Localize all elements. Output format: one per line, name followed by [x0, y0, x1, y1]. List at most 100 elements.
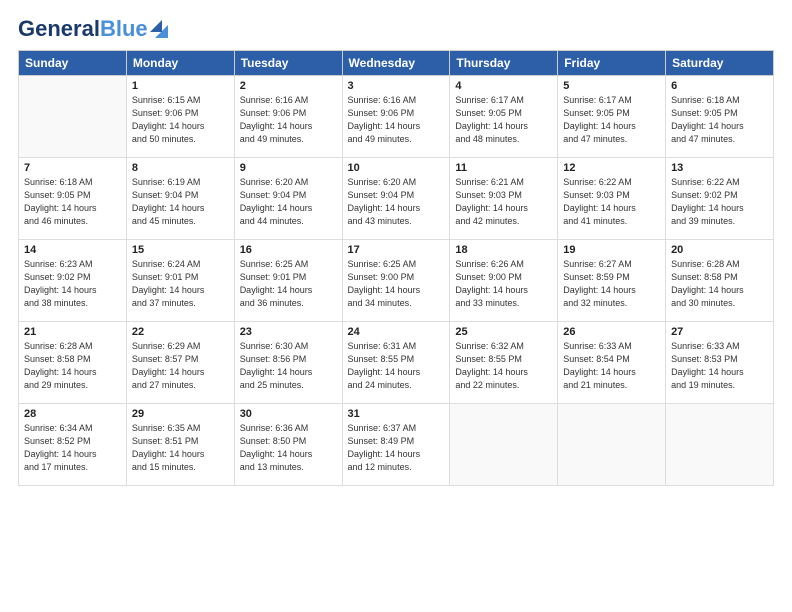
day-info: Sunrise: 6:28 AMSunset: 8:58 PMDaylight:…: [24, 340, 121, 392]
calendar-cell: 23Sunrise: 6:30 AMSunset: 8:56 PMDayligh…: [234, 322, 342, 404]
calendar-cell: 3 Sunrise: 6:16 AMSunset: 9:06 PMDaylight…: [342, 76, 450, 158]
day-info: Sunrise: 6:29 AMSunset: 8:57 PMDaylight:…: [132, 340, 229, 392]
calendar-week-row: 21Sunrise: 6:28 AMSunset: 8:58 PMDayligh…: [19, 322, 774, 404]
day-number: 10: [348, 162, 445, 174]
calendar-cell: 29 Sunrise: 6:35 AMSunset: 8:51 PMDayligh…: [126, 404, 234, 486]
calendar-cell: 27Sunrise: 6:33 AMSunset: 8:53 PMDayligh…: [666, 322, 774, 404]
day-number: 23: [240, 326, 337, 338]
calendar-cell: [666, 404, 774, 486]
calendar-week-row: 28Sunrise: 6:34 AMSunset: 8:52 PMDayligh…: [19, 404, 774, 486]
day-info: Sunrise: 6:22 AMSunset: 9:03 PMDaylight:…: [563, 176, 660, 228]
day-number: 9: [240, 162, 337, 174]
calendar-table: SundayMondayTuesdayWednesdayThursdayFrid…: [18, 50, 774, 486]
day-number: 1: [132, 80, 229, 92]
calendar-cell: 7 Sunrise: 6:18 AMSunset: 9:05 PMDaylight…: [19, 158, 127, 240]
calendar-cell: 14Sunrise: 6:23 AMSunset: 9:02 PMDayligh…: [19, 240, 127, 322]
weekday-header-sunday: Sunday: [19, 51, 127, 76]
day-info: Sunrise: 6:15 AMSunset: 9:06 PMDaylight:…: [132, 94, 229, 146]
day-info: Sunrise: 6:18 AMSunset: 9:05 PMDaylight:…: [24, 176, 121, 228]
weekday-header-friday: Friday: [558, 51, 666, 76]
calendar-cell: [558, 404, 666, 486]
weekday-header-row: SundayMondayTuesdayWednesdayThursdayFrid…: [19, 51, 774, 76]
day-info: Sunrise: 6:25 AMSunset: 9:01 PMDaylight:…: [240, 258, 337, 310]
day-info: Sunrise: 6:16 AMSunset: 9:06 PMDaylight:…: [348, 94, 445, 146]
day-number: 22: [132, 326, 229, 338]
day-info: Sunrise: 6:32 AMSunset: 8:55 PMDaylight:…: [455, 340, 552, 392]
logo-text: GeneralBlue: [18, 18, 148, 40]
calendar-cell: 19 Sunrise: 6:27 AMSunset: 8:59 PMDayligh…: [558, 240, 666, 322]
day-number: 29: [132, 408, 229, 420]
day-info: Sunrise: 6:16 AMSunset: 9:06 PMDaylight:…: [240, 94, 337, 146]
calendar-cell: 30 Sunrise: 6:36 AMSunset: 8:50 PMDayligh…: [234, 404, 342, 486]
page: GeneralBlue SundayMondayTuesdayWednesday…: [0, 0, 792, 612]
calendar-week-row: 1 Sunrise: 6:15 AMSunset: 9:06 PMDaylight…: [19, 76, 774, 158]
calendar-cell: 5Sunrise: 6:17 AMSunset: 9:05 PMDaylight…: [558, 76, 666, 158]
calendar-cell: 6Sunrise: 6:18 AMSunset: 9:05 PMDaylight…: [666, 76, 774, 158]
day-number: 24: [348, 326, 445, 338]
calendar-cell: 24Sunrise: 6:31 AMSunset: 8:55 PMDayligh…: [342, 322, 450, 404]
day-number: 12: [563, 162, 660, 174]
calendar-cell: 12 Sunrise: 6:22 AMSunset: 9:03 PMDayligh…: [558, 158, 666, 240]
calendar-cell: 31Sunrise: 6:37 AMSunset: 8:49 PMDayligh…: [342, 404, 450, 486]
day-info: Sunrise: 6:26 AMSunset: 9:00 PMDaylight:…: [455, 258, 552, 310]
calendar-cell: 17Sunrise: 6:25 AMSunset: 9:00 PMDayligh…: [342, 240, 450, 322]
weekday-header-thursday: Thursday: [450, 51, 558, 76]
day-number: 30: [240, 408, 337, 420]
day-number: 4: [455, 80, 552, 92]
day-info: Sunrise: 6:20 AMSunset: 9:04 PMDaylight:…: [240, 176, 337, 228]
calendar-body: 1 Sunrise: 6:15 AMSunset: 9:06 PMDaylight…: [19, 76, 774, 486]
day-number: 20: [671, 244, 768, 256]
calendar-cell: 2 Sunrise: 6:16 AMSunset: 9:06 PMDaylight…: [234, 76, 342, 158]
calendar-cell: 4 Sunrise: 6:17 AMSunset: 9:05 PMDaylight…: [450, 76, 558, 158]
calendar-cell: 16 Sunrise: 6:25 AMSunset: 9:01 PMDayligh…: [234, 240, 342, 322]
calendar-cell: [450, 404, 558, 486]
calendar-cell: 20 Sunrise: 6:28 AMSunset: 8:58 PMDayligh…: [666, 240, 774, 322]
logo-icon: [150, 20, 168, 38]
day-info: Sunrise: 6:37 AMSunset: 8:49 PMDaylight:…: [348, 422, 445, 474]
calendar-cell: 22 Sunrise: 6:29 AMSunset: 8:57 PMDayligh…: [126, 322, 234, 404]
day-info: Sunrise: 6:27 AMSunset: 8:59 PMDaylight:…: [563, 258, 660, 310]
weekday-header-tuesday: Tuesday: [234, 51, 342, 76]
day-number: 11: [455, 162, 552, 174]
day-number: 2: [240, 80, 337, 92]
day-number: 7: [24, 162, 121, 174]
logo: GeneralBlue: [18, 18, 168, 40]
day-number: 25: [455, 326, 552, 338]
calendar-cell: 25 Sunrise: 6:32 AMSunset: 8:55 PMDayligh…: [450, 322, 558, 404]
header: GeneralBlue: [18, 18, 774, 40]
day-info: Sunrise: 6:24 AMSunset: 9:01 PMDaylight:…: [132, 258, 229, 310]
day-info: Sunrise: 6:22 AMSunset: 9:02 PMDaylight:…: [671, 176, 768, 228]
day-info: Sunrise: 6:34 AMSunset: 8:52 PMDaylight:…: [24, 422, 121, 474]
calendar-cell: [19, 76, 127, 158]
calendar-week-row: 7 Sunrise: 6:18 AMSunset: 9:05 PMDaylight…: [19, 158, 774, 240]
day-info: Sunrise: 6:20 AMSunset: 9:04 PMDaylight:…: [348, 176, 445, 228]
calendar-cell: 26Sunrise: 6:33 AMSunset: 8:54 PMDayligh…: [558, 322, 666, 404]
weekday-header-saturday: Saturday: [666, 51, 774, 76]
calendar-cell: 18Sunrise: 6:26 AMSunset: 9:00 PMDayligh…: [450, 240, 558, 322]
day-info: Sunrise: 6:35 AMSunset: 8:51 PMDaylight:…: [132, 422, 229, 474]
day-info: Sunrise: 6:17 AMSunset: 9:05 PMDaylight:…: [563, 94, 660, 146]
day-number: 27: [671, 326, 768, 338]
day-info: Sunrise: 6:33 AMSunset: 8:54 PMDaylight:…: [563, 340, 660, 392]
day-number: 17: [348, 244, 445, 256]
calendar-cell: 21Sunrise: 6:28 AMSunset: 8:58 PMDayligh…: [19, 322, 127, 404]
day-number: 15: [132, 244, 229, 256]
day-info: Sunrise: 6:36 AMSunset: 8:50 PMDaylight:…: [240, 422, 337, 474]
calendar-cell: 13 Sunrise: 6:22 AMSunset: 9:02 PMDayligh…: [666, 158, 774, 240]
weekday-header-monday: Monday: [126, 51, 234, 76]
day-info: Sunrise: 6:21 AMSunset: 9:03 PMDaylight:…: [455, 176, 552, 228]
calendar-cell: 1 Sunrise: 6:15 AMSunset: 9:06 PMDaylight…: [126, 76, 234, 158]
calendar-week-row: 14Sunrise: 6:23 AMSunset: 9:02 PMDayligh…: [19, 240, 774, 322]
calendar-cell: 8Sunrise: 6:19 AMSunset: 9:04 PMDaylight…: [126, 158, 234, 240]
day-number: 19: [563, 244, 660, 256]
day-info: Sunrise: 6:17 AMSunset: 9:05 PMDaylight:…: [455, 94, 552, 146]
day-number: 6: [671, 80, 768, 92]
day-info: Sunrise: 6:28 AMSunset: 8:58 PMDaylight:…: [671, 258, 768, 310]
day-number: 3: [348, 80, 445, 92]
day-number: 13: [671, 162, 768, 174]
day-number: 16: [240, 244, 337, 256]
calendar-cell: 10 Sunrise: 6:20 AMSunset: 9:04 PMDayligh…: [342, 158, 450, 240]
calendar-cell: 11 Sunrise: 6:21 AMSunset: 9:03 PMDayligh…: [450, 158, 558, 240]
day-number: 8: [132, 162, 229, 174]
calendar-cell: 15 Sunrise: 6:24 AMSunset: 9:01 PMDayligh…: [126, 240, 234, 322]
